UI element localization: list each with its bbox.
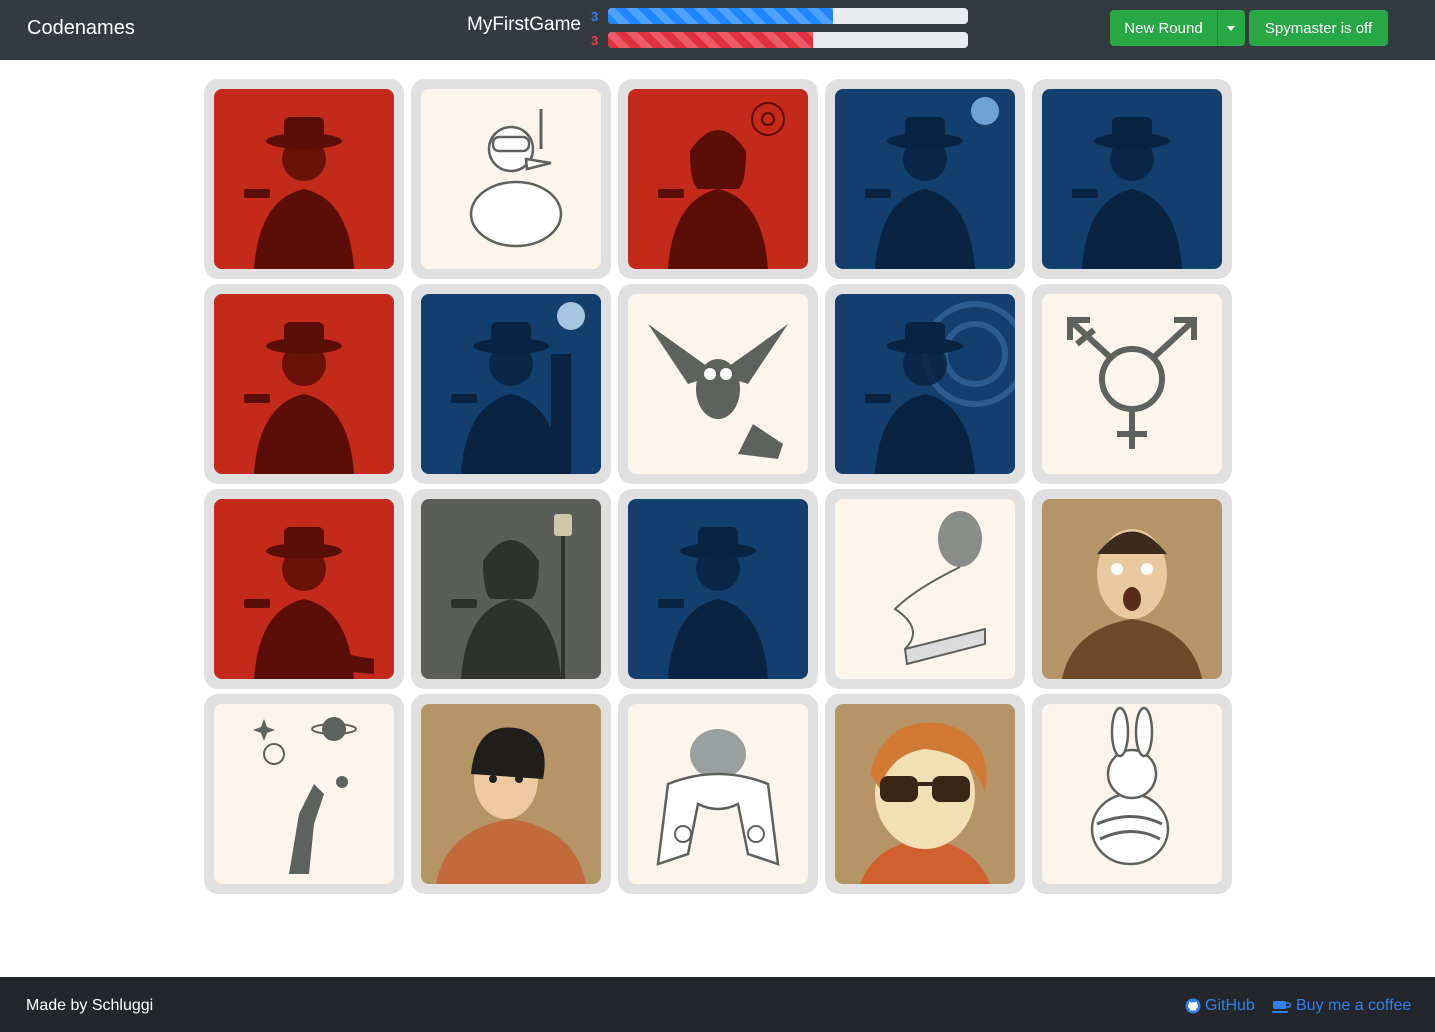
buy-coffee-link[interactable]: Buy me a coffee	[1272, 997, 1411, 1015]
card-picture	[835, 704, 1015, 884]
red-progress-fill	[608, 32, 814, 48]
owl-high-heel-icon	[628, 294, 808, 474]
card-picture	[628, 704, 808, 884]
card-picture	[628, 89, 808, 269]
codename-card-hand-planets-stars[interactable]	[204, 694, 404, 894]
codename-card-balloon-clothespin[interactable]	[825, 489, 1025, 689]
codename-card-agent-man-dark[interactable]	[618, 489, 818, 689]
card-picture	[421, 294, 601, 474]
balloon-clothespin-icon	[835, 499, 1015, 679]
github-link[interactable]: GitHub	[1185, 997, 1255, 1015]
card-picture	[421, 89, 601, 269]
red-progress-bar	[608, 32, 968, 48]
codename-card-duck-snorkel[interactable]	[411, 79, 611, 279]
card-picture	[214, 704, 394, 884]
card-picture	[628, 499, 808, 679]
hand-planets-stars-icon	[214, 704, 394, 884]
github-icon	[1185, 998, 1201, 1014]
hooded-figure-lamppost-icon	[421, 499, 601, 679]
card-picture	[214, 294, 394, 474]
transgender-symbol-icon	[1042, 294, 1222, 474]
codename-card-confused-woman[interactable]	[411, 694, 611, 894]
boy-sunglasses-icon	[835, 704, 1015, 884]
codename-card-surprised-man[interactable]	[1032, 489, 1232, 689]
bird-scarf-icon	[628, 704, 808, 884]
agent-man-dark-icon	[628, 499, 808, 679]
agent-man-sitting-icon	[214, 499, 394, 679]
agent-man-gun-icon	[1042, 89, 1222, 269]
codename-card-bird-scarf[interactable]	[618, 694, 818, 894]
card-picture	[835, 89, 1015, 269]
card-picture	[628, 294, 808, 474]
new-round-dropdown-toggle[interactable]	[1217, 10, 1245, 46]
codename-card-agent-woman-moon[interactable]	[825, 79, 1025, 279]
chevron-down-icon	[1227, 25, 1235, 31]
blue-remaining-count: 3	[591, 9, 599, 24]
surprised-man-icon	[1042, 499, 1222, 679]
game-name: MyFirstGame	[467, 14, 581, 35]
agent-woman-trenchcoat-icon	[214, 294, 394, 474]
blue-progress-fill	[608, 8, 833, 24]
agent-woman-target-icon	[628, 89, 808, 269]
card-picture	[835, 499, 1015, 679]
codename-card-agent-woman-city[interactable]	[411, 284, 611, 484]
codename-card-agent-man-radar[interactable]	[825, 284, 1025, 484]
spymaster-toggle-button[interactable]: Spymaster is off	[1249, 10, 1388, 46]
codename-card-rabbit-rope[interactable]	[1032, 694, 1232, 894]
agent-man-radar-icon	[835, 294, 1015, 474]
codename-card-agent-woman-trenchcoat[interactable]	[204, 284, 404, 484]
coffee-cup-icon	[1272, 1001, 1292, 1013]
github-link-label: GitHub	[1205, 997, 1255, 1014]
card-picture	[421, 704, 601, 884]
buy-coffee-link-label: Buy me a coffee	[1296, 997, 1412, 1014]
agent-woman-moon-icon	[835, 89, 1015, 269]
card-picture	[1042, 89, 1222, 269]
codename-card-agent-man-sitting[interactable]	[204, 489, 404, 689]
codename-card-boy-sunglasses[interactable]	[825, 694, 1025, 894]
new-round-button[interactable]: New Round	[1110, 10, 1217, 46]
red-remaining-count: 3	[591, 33, 599, 48]
card-picture	[1042, 499, 1222, 679]
card-picture	[421, 499, 601, 679]
codename-card-transgender-symbol[interactable]	[1032, 284, 1232, 484]
duck-snorkel-icon	[421, 89, 601, 269]
card-picture	[214, 89, 394, 269]
agent-woman-city-icon	[421, 294, 601, 474]
footer: Made by Schluggi GitHub Buy me a coffee	[0, 977, 1435, 1032]
confused-woman-icon	[421, 704, 601, 884]
card-picture	[214, 499, 394, 679]
codename-card-hooded-figure-lamppost[interactable]	[411, 489, 611, 689]
codename-card-agent-man-gun[interactable]	[1032, 79, 1232, 279]
made-by-text: Made by Schluggi	[26, 997, 154, 1014]
rabbit-rope-icon	[1042, 704, 1222, 884]
codename-card-agent-man-gun[interactable]	[204, 79, 404, 279]
card-picture	[835, 294, 1015, 474]
blue-progress-bar	[608, 8, 968, 24]
codename-card-agent-woman-target[interactable]	[618, 79, 818, 279]
app-brand[interactable]: Codenames	[27, 17, 135, 40]
agent-man-gun-icon	[214, 89, 394, 269]
card-picture	[1042, 294, 1222, 474]
top-navbar: Codenames MyFirstGame 3 3 New Round Spym…	[0, 0, 1435, 60]
codename-card-owl-high-heel[interactable]	[618, 284, 818, 484]
card-picture	[1042, 704, 1222, 884]
